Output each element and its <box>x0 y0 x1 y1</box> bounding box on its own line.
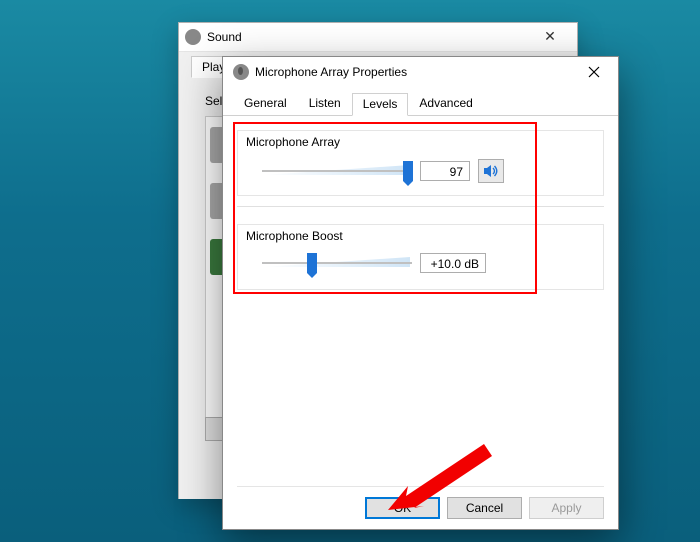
mute-button[interactable] <box>478 159 504 183</box>
close-button[interactable] <box>574 59 614 85</box>
microphone-level-slider[interactable] <box>262 161 412 181</box>
properties-titlebar[interactable]: Microphone Array Properties <box>223 57 618 87</box>
close-icon[interactable]: ✕ <box>529 27 571 47</box>
sound-icon <box>185 29 201 45</box>
desktop: Sound ✕ Playback Sel Co Microphone Array… <box>0 0 700 542</box>
microphone-level-label: Microphone Array <box>246 135 340 149</box>
microphone-level-group: Microphone Array 97 <box>237 130 604 196</box>
tab-advanced[interactable]: Advanced <box>408 92 483 115</box>
separator <box>237 206 604 207</box>
close-icon <box>588 66 600 78</box>
ok-button[interactable]: OK <box>365 497 440 519</box>
tab-listen[interactable]: Listen <box>298 92 352 115</box>
properties-title: Microphone Array Properties <box>255 65 407 79</box>
microphone-boost-group: Microphone Boost +10.0 dB <box>237 224 604 290</box>
sound-titlebar[interactable]: Sound ✕ <box>179 23 577 52</box>
microphone-icon <box>233 64 249 80</box>
microphone-boost-slider[interactable] <box>262 253 412 273</box>
tab-general[interactable]: General <box>233 92 298 115</box>
speaker-icon <box>483 164 499 178</box>
microphone-level-value[interactable]: 97 <box>420 161 470 181</box>
slider-thumb[interactable] <box>307 253 317 273</box>
sound-body-text: Sel <box>205 94 222 108</box>
apply-button: Apply <box>529 497 604 519</box>
tabstrip: General Listen Levels Advanced <box>223 87 618 116</box>
dialog-button-row: OK Cancel Apply <box>237 486 604 519</box>
microphone-boost-label: Microphone Boost <box>246 229 343 243</box>
levels-panel: Microphone Array 97 <box>223 116 618 494</box>
sound-title: Sound <box>207 30 242 44</box>
microphone-boost-value[interactable]: +10.0 dB <box>420 253 486 273</box>
slider-thumb[interactable] <box>403 161 413 181</box>
properties-window: Microphone Array Properties General List… <box>222 56 619 530</box>
cancel-button[interactable]: Cancel <box>447 497 522 519</box>
tab-levels[interactable]: Levels <box>352 93 409 116</box>
